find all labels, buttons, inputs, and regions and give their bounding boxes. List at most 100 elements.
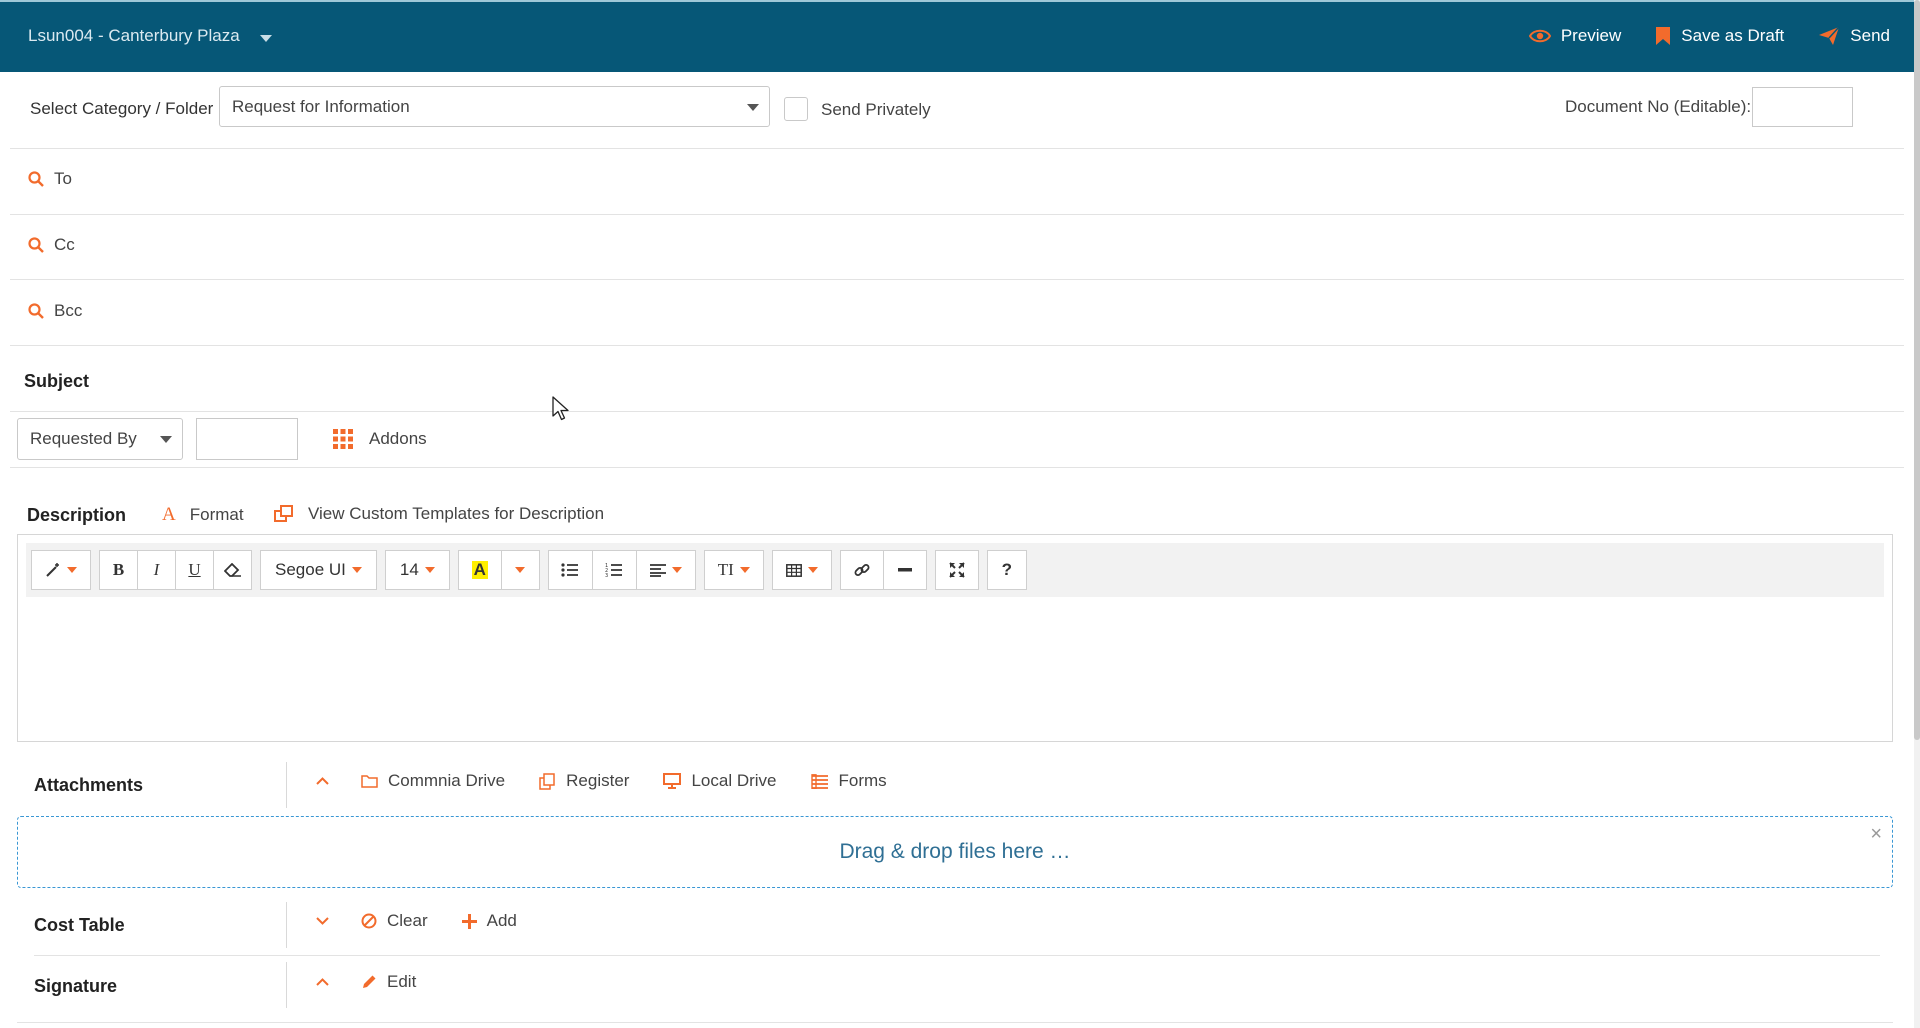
clear-label: Clear — [387, 911, 428, 930]
table-icon — [785, 563, 802, 577]
eraser-button[interactable] — [213, 550, 252, 590]
divider — [34, 955, 1880, 956]
expand-icon — [949, 562, 965, 578]
align-button[interactable] — [635, 550, 696, 590]
send-button[interactable]: Send — [1818, 26, 1890, 46]
scrollbar-thumb[interactable] — [1914, 0, 1920, 740]
project-selector[interactable]: Lsun004 - Canterbury Plaza — [28, 26, 272, 46]
cost-table-expand-button[interactable] — [316, 917, 329, 925]
cc-field[interactable]: Cc — [28, 235, 75, 255]
horizontal-rule-button[interactable] — [882, 550, 927, 590]
search-icon — [28, 303, 44, 319]
view-templates-button[interactable]: View Custom Templates for Description — [274, 504, 604, 524]
bullet-list-button[interactable] — [547, 550, 593, 590]
preview-label: Preview — [1560, 26, 1622, 45]
document-no-input[interactable] — [1752, 87, 1853, 127]
chevron-down-icon — [260, 35, 272, 42]
caret-down-icon — [739, 567, 750, 573]
signature-label: Signature — [34, 976, 118, 996]
eye-icon — [1528, 29, 1551, 43]
caret-down-icon — [671, 567, 682, 573]
editor-content-area[interactable] — [26, 599, 1884, 735]
forms-label: Forms — [838, 771, 887, 790]
numbered-list-button[interactable]: 123 — [591, 550, 637, 590]
caret-down-icon — [351, 567, 362, 573]
dropzone-text: Drag & drop files here … — [839, 840, 1071, 863]
caret-down-icon — [424, 567, 435, 573]
top-bar: Lsun004 - Canterbury Plaza Preview Save … — [0, 0, 1914, 72]
bcc-field[interactable]: Bcc — [28, 301, 82, 321]
commnia-drive-button[interactable]: Commnia Drive — [361, 771, 505, 791]
font-family-button[interactable]: Segoe UI — [260, 550, 377, 590]
fullscreen-button[interactable] — [934, 550, 979, 590]
font-size-button[interactable]: 14 — [384, 550, 450, 590]
search-icon — [28, 171, 44, 187]
register-icon — [539, 772, 555, 790]
magic-style-button[interactable] — [31, 550, 91, 590]
help-button[interactable]: ? — [986, 550, 1027, 590]
signature-collapse-button[interactable] — [316, 978, 329, 986]
to-field[interactable]: To — [28, 169, 72, 189]
category-select[interactable]: Request for Information — [219, 86, 770, 127]
italic-button[interactable]: I — [137, 550, 176, 590]
local-drive-button[interactable]: Local Drive — [663, 771, 777, 791]
local-drive-label: Local Drive — [691, 771, 777, 790]
subject-label: Subject — [24, 371, 90, 391]
underline-button[interactable]: U — [175, 550, 214, 590]
format-button[interactable]: A Format — [162, 504, 244, 526]
attachments-collapse-button[interactable] — [316, 777, 329, 785]
link-button[interactable] — [839, 550, 884, 590]
add-button[interactable]: Add — [461, 911, 517, 931]
close-icon[interactable]: × — [1870, 823, 1882, 846]
font-size-value: 14 — [399, 560, 419, 579]
highlight-dropdown-button[interactable] — [500, 550, 540, 590]
edit-signature-button[interactable]: Edit — [361, 972, 416, 992]
cost-table-label: Cost Table — [34, 915, 125, 935]
grid-icon — [333, 429, 353, 449]
requested-by-select[interactable]: Requested By — [17, 418, 183, 460]
page-scrollbar[interactable] — [1914, 0, 1920, 1028]
bold-button[interactable]: B — [99, 550, 138, 590]
header-actions: Preview Save as Draft Send — [1528, 26, 1890, 46]
register-button[interactable]: Register — [539, 771, 629, 791]
subject-input[interactable] — [150, 360, 1850, 404]
text-style-icon: TI — [717, 560, 734, 579]
divider — [286, 762, 287, 808]
bullet-list-icon — [561, 563, 579, 577]
send-icon — [1819, 26, 1840, 45]
divider — [10, 411, 1904, 412]
to-label: To — [54, 169, 72, 188]
addons-button[interactable]: Addons — [333, 429, 427, 449]
register-label: Register — [566, 771, 630, 790]
svg-text:3: 3 — [605, 573, 608, 578]
highlight-color-button[interactable]: A — [457, 550, 502, 590]
save-draft-button[interactable]: Save as Draft — [1655, 26, 1784, 46]
description-label: Description — [27, 505, 127, 525]
requested-by-value: Requested By — [30, 429, 137, 448]
minus-icon — [897, 568, 912, 572]
send-privately-checkbox[interactable] — [784, 97, 808, 121]
view-templates-label: View Custom Templates for Description — [308, 504, 605, 523]
file-dropzone[interactable]: Drag & drop files here … × — [17, 816, 1893, 888]
divider — [10, 214, 1904, 215]
preview-button[interactable]: Preview — [1528, 26, 1622, 46]
save-draft-label: Save as Draft — [1681, 26, 1785, 45]
bookmark-icon — [1656, 27, 1671, 45]
clear-button[interactable]: Clear — [361, 911, 428, 931]
caret-down-icon — [515, 567, 526, 573]
mouse-cursor-icon — [552, 396, 569, 421]
search-icon — [28, 237, 44, 253]
requested-by-input[interactable] — [196, 418, 298, 460]
table-button[interactable] — [771, 550, 832, 590]
chevron-up-icon — [316, 978, 329, 986]
divider — [286, 962, 287, 1008]
cc-label: Cc — [54, 235, 75, 254]
editor-toolbar: B I U Segoe UI 14 A 1 2 3 TI ? — [26, 543, 1884, 597]
cost-table-actions: Clear Add — [316, 911, 551, 931]
folder-icon — [361, 775, 378, 788]
divider — [10, 148, 1904, 149]
forms-icon — [810, 773, 828, 789]
text-style-button[interactable]: TI — [703, 550, 764, 590]
forms-button[interactable]: Forms — [810, 771, 887, 791]
addons-label: Addons — [369, 429, 427, 448]
